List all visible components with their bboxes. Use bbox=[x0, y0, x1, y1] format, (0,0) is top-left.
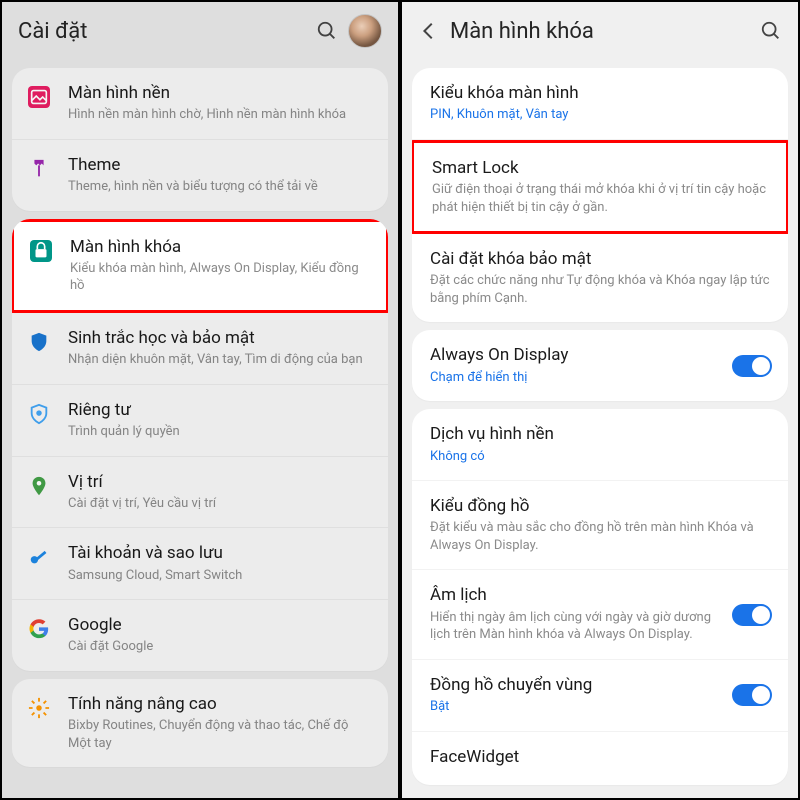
shield-icon bbox=[28, 331, 50, 353]
lockscreen-settings-pane: Màn hình khóa Kiểu khóa màn hình PIN, Kh… bbox=[400, 0, 800, 800]
item-sub: Cài đặt Google bbox=[68, 638, 372, 656]
item-label: Màn hình nền bbox=[68, 83, 372, 104]
item-sub: Samsung Cloud, Smart Switch bbox=[68, 567, 372, 585]
settings-item-wallpaper[interactable]: Màn hình nền Hình nền màn hình chờ, Hình… bbox=[12, 68, 388, 140]
item-label: Dịch vụ hình nền bbox=[430, 424, 772, 445]
item-secure-lock[interactable]: Cài đặt khóa bảo mật Đặt các chức năng n… bbox=[412, 234, 788, 322]
item-label: FaceWidget bbox=[430, 747, 772, 768]
settings-item-accounts[interactable]: Tài khoản và sao lưu Samsung Cloud, Smar… bbox=[12, 528, 388, 600]
item-label: Theme bbox=[68, 155, 372, 176]
search-icon[interactable] bbox=[316, 20, 338, 42]
item-sub: PIN, Khuôn mặt, Vân tay bbox=[430, 106, 772, 124]
settings-group-2: Màn hình khóa Kiểu khóa màn hình, Always… bbox=[12, 219, 388, 671]
item-clock-style[interactable]: Kiểu đồng hồ Đặt kiểu và màu sắc cho đồn… bbox=[412, 481, 788, 570]
settings-main-pane: Cài đặt Màn hình nền Hình nền màn hình c… bbox=[0, 0, 400, 800]
item-label: Vị trí bbox=[68, 472, 372, 493]
settings-item-privacy[interactable]: Riêng tư Trình quản lý quyền bbox=[12, 385, 388, 457]
item-roaming-clock[interactable]: Đồng hồ chuyển vùng Bật bbox=[412, 660, 788, 732]
lock-icon bbox=[30, 240, 52, 262]
settings-item-advanced[interactable]: Tính năng nâng cao Bixby Routines, Chuyể… bbox=[12, 679, 388, 767]
item-sub: Kiểu khóa màn hình, Always On Display, K… bbox=[70, 260, 370, 295]
item-sub: Cài đặt vị trí, Yêu cầu vị trí bbox=[68, 495, 372, 513]
lock-group-1: Kiểu khóa màn hình PIN, Khuôn mặt, Vân t… bbox=[412, 68, 788, 322]
item-label: Kiểu đồng hồ bbox=[430, 496, 772, 517]
toggle-switch[interactable] bbox=[732, 684, 772, 706]
google-icon bbox=[28, 618, 50, 640]
item-label: Google bbox=[68, 615, 372, 636]
page-title: Màn hình khóa bbox=[450, 19, 594, 44]
item-lunar-calendar[interactable]: Âm lịch Hiển thị ngày âm lịch cùng với n… bbox=[412, 570, 788, 659]
item-sub: Nhận diện khuôn mặt, Vân tay, Tìm di độn… bbox=[68, 351, 372, 369]
wallpaper-icon bbox=[28, 86, 50, 108]
item-label: Âm lịch bbox=[430, 585, 718, 606]
item-sub: Hiển thị ngày âm lịch cùng với ngày và g… bbox=[430, 609, 718, 644]
settings-item-location[interactable]: Vị trí Cài đặt vị trí, Yêu cầu vị trí bbox=[12, 457, 388, 529]
item-sub: Bixby Routines, Chuyển động và thao tác,… bbox=[68, 717, 372, 752]
lock-group-2: Always On Display Chạm để hiển thị bbox=[412, 330, 788, 401]
item-label: Tài khoản và sao lưu bbox=[68, 543, 372, 564]
profile-avatar[interactable] bbox=[348, 14, 382, 48]
item-sub: Giữ điện thoại ở trạng thái mở khóa khi … bbox=[432, 181, 770, 216]
search-icon[interactable] bbox=[760, 20, 782, 42]
header: Màn hình khóa bbox=[402, 2, 798, 60]
lock-group-3: Dịch vụ hình nền Không có Kiểu đồng hồ Đ… bbox=[412, 409, 788, 785]
settings-item-lockscreen[interactable]: Màn hình khóa Kiểu khóa màn hình, Always… bbox=[12, 219, 388, 313]
advanced-icon bbox=[28, 697, 50, 719]
back-icon[interactable] bbox=[418, 20, 440, 42]
settings-item-google[interactable]: Google Cài đặt Google bbox=[12, 600, 388, 671]
item-label: Riêng tư bbox=[68, 400, 372, 421]
settings-group-1: Màn hình nền Hình nền màn hình chờ, Hình… bbox=[12, 68, 388, 211]
item-sub: Không có bbox=[430, 448, 772, 466]
item-facewidget[interactable]: FaceWidget bbox=[412, 732, 788, 785]
settings-item-biometrics[interactable]: Sinh trắc học và bảo mật Nhận diện khuôn… bbox=[12, 313, 388, 385]
item-sub: Đặt các chức năng như Tự động khóa và Kh… bbox=[430, 272, 772, 307]
item-sub: Bật bbox=[430, 698, 718, 716]
header: Cài đặt bbox=[2, 2, 398, 60]
toggle-switch[interactable] bbox=[732, 604, 772, 626]
item-smart-lock[interactable]: Smart Lock Giữ điện thoại ở trạng thái m… bbox=[412, 140, 788, 234]
key-icon bbox=[28, 546, 50, 568]
location-pin-icon bbox=[28, 475, 50, 497]
item-label: Smart Lock bbox=[432, 158, 770, 179]
item-label: Màn hình khóa bbox=[70, 237, 370, 258]
item-sub: Theme, hình nền và biểu tượng có thể tải… bbox=[68, 178, 372, 196]
item-aod[interactable]: Always On Display Chạm để hiển thị bbox=[412, 330, 788, 401]
item-label: Sinh trắc học và bảo mật bbox=[68, 328, 372, 349]
item-label: Đồng hồ chuyển vùng bbox=[430, 675, 718, 696]
item-sub: Trình quản lý quyền bbox=[68, 423, 372, 441]
settings-item-theme[interactable]: Theme Theme, hình nền và biểu tượng có t… bbox=[12, 140, 388, 211]
settings-group-3: Tính năng nâng cao Bixby Routines, Chuyể… bbox=[12, 679, 388, 767]
item-label: Kiểu khóa màn hình bbox=[430, 83, 772, 104]
item-label: Cài đặt khóa bảo mật bbox=[430, 249, 772, 270]
page-title: Cài đặt bbox=[18, 19, 87, 44]
theme-icon bbox=[28, 158, 50, 180]
privacy-shield-icon bbox=[28, 403, 50, 425]
item-wallpaper-service[interactable]: Dịch vụ hình nền Không có bbox=[412, 409, 788, 481]
toggle-switch[interactable] bbox=[732, 355, 772, 377]
item-sub: Đặt kiểu và màu sắc cho đồng hồ trên màn… bbox=[430, 519, 772, 554]
item-label: Tính năng nâng cao bbox=[68, 694, 372, 715]
item-label: Always On Display bbox=[430, 345, 718, 366]
item-sub: Hình nền màn hình chờ, Hình nền màn hình… bbox=[68, 106, 372, 124]
item-sub: Chạm để hiển thị bbox=[430, 369, 718, 387]
item-lock-type[interactable]: Kiểu khóa màn hình PIN, Khuôn mặt, Vân t… bbox=[412, 68, 788, 140]
